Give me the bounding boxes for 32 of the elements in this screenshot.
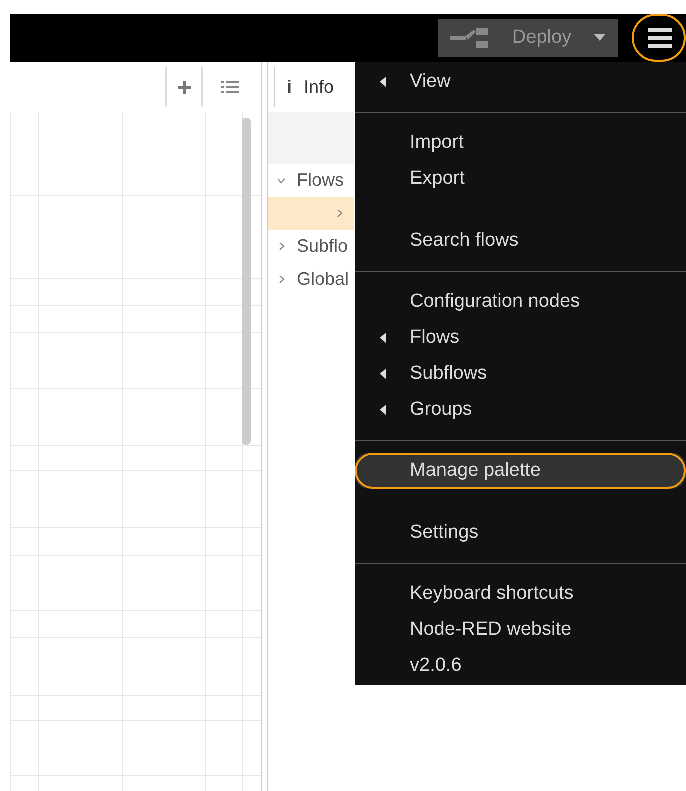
menu-item[interactable]: Groups xyxy=(355,392,686,428)
caret-left-icon xyxy=(380,333,386,343)
tree-item[interactable]: Subflo xyxy=(268,230,354,263)
caret-left-icon xyxy=(380,369,386,379)
menu-item[interactable]: Settings xyxy=(355,515,686,551)
info-icon: i xyxy=(287,74,292,100)
plus-icon xyxy=(178,80,190,94)
caret-left-icon xyxy=(380,77,386,87)
menu-item[interactable]: Import xyxy=(355,125,686,161)
tree-item[interactable]: Global xyxy=(268,263,354,296)
menu-item[interactable]: Manage palette xyxy=(355,453,686,489)
caret-left-icon xyxy=(380,405,386,415)
menu-item[interactable]: Search flows xyxy=(355,223,686,259)
menu-item[interactable]: Configuration nodes xyxy=(355,284,686,320)
menu-item[interactable]: Flows xyxy=(355,320,686,356)
menu-item[interactable]: v2.0.6 xyxy=(355,648,686,684)
menu-item[interactable]: Export xyxy=(355,161,686,197)
chevron-icon xyxy=(336,210,343,217)
menu-item[interactable]: Keyboard shortcuts xyxy=(355,576,686,612)
chevron-icon xyxy=(278,276,285,283)
list-icon xyxy=(221,81,239,93)
tree-item[interactable]: Flows xyxy=(268,164,354,197)
info-tab[interactable]: i Info xyxy=(274,67,338,107)
menu-button[interactable] xyxy=(648,26,672,50)
menu-item[interactable]: Node-RED website xyxy=(355,612,686,648)
chevron-icon xyxy=(278,243,285,250)
menu-item[interactable]: View xyxy=(355,64,686,100)
menu-item[interactable]: Subflows xyxy=(355,356,686,392)
chevron-icon xyxy=(278,177,285,184)
caret-icon xyxy=(594,34,606,42)
flow-icon xyxy=(450,27,490,49)
scrollbar[interactable] xyxy=(242,118,251,445)
